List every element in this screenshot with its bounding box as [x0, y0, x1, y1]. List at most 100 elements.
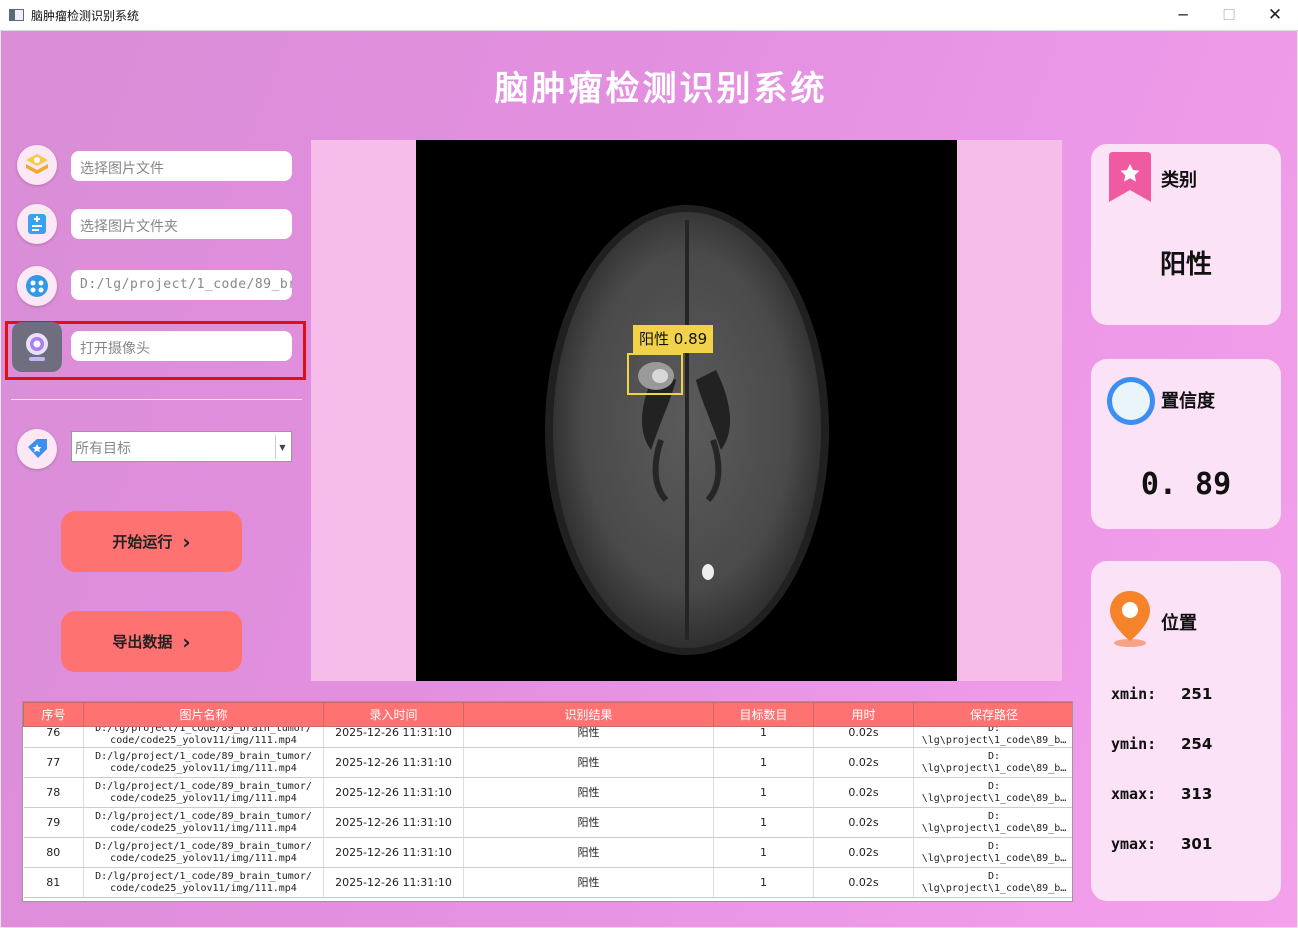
app-icon [9, 9, 24, 21]
image-file-input[interactable]: 选择图片文件 [71, 151, 292, 181]
cell-result: 阳性 [463, 867, 714, 898]
cell-name-line: code/code25_yolov11/img/111.mp4 [110, 762, 297, 774]
cell-path-line: D: [987, 780, 1001, 792]
video-file-icon[interactable] [17, 266, 57, 306]
xmin-row: xmin: 251 [1111, 685, 1212, 703]
export-button[interactable]: 导出数据 › [61, 611, 242, 672]
ymin-value: 254 [1181, 735, 1213, 753]
main-window: 脑肿瘤检测识别系统 选择图片文件 选择图片文件夹 D:/lg/project/1… [1, 31, 1297, 927]
cell-id: 79 [23, 807, 84, 838]
cell-result: 阳性 [463, 726, 714, 748]
cell-name-line: D:/lg/project/1_code/89_brain_tumor/ [95, 726, 312, 735]
col-header-result[interactable]: 识别结果 [463, 702, 714, 727]
cell-name-line: code/code25_yolov11/img/111.mp4 [110, 792, 297, 804]
maximize-button[interactable]: ☐ [1206, 0, 1252, 30]
cell-id: 81 [23, 867, 84, 898]
cell-name: D:/lg/project/1_code/89_brain_tumor/code… [83, 867, 324, 898]
class-card: 类别 阳性 [1091, 144, 1281, 325]
position-title: 位置 [1161, 613, 1197, 634]
cell-time: 2025-12-26 11:31:10 [323, 726, 464, 748]
cell-path-line: \lg\project\1_code\89_b… [921, 735, 1067, 746]
cell-count: 1 [713, 837, 814, 868]
cell-count: 1 [713, 726, 814, 748]
export-button-label: 导出数据 [112, 633, 173, 651]
cell-duration: 0.02s [813, 747, 914, 778]
image-folder-icon[interactable] [17, 204, 57, 244]
xmax-label: xmax: [1111, 785, 1157, 803]
class-value: 阳性 [1159, 250, 1212, 280]
divider [11, 399, 302, 400]
cell-count: 1 [713, 777, 814, 808]
cell-path-line: \lg\project\1_code\89_b… [921, 882, 1067, 894]
image-folder-input[interactable]: 选择图片文件夹 [71, 209, 292, 239]
target-select-value: 所有目标 [75, 441, 131, 457]
cell-path-line: \lg\project\1_code\89_b… [921, 822, 1067, 834]
cell-time: 2025-12-26 11:31:10 [323, 867, 464, 898]
class-title: 类别 [1161, 170, 1197, 191]
cell-name-line: D:/lg/project/1_code/89_brain_tumor/ [95, 840, 312, 852]
cell-time: 2025-12-26 11:31:10 [323, 837, 464, 868]
cell-name-line: D:/lg/project/1_code/89_brain_tumor/ [95, 810, 312, 822]
xmin-label: xmin: [1111, 685, 1157, 703]
confidence-circle-icon [1104, 373, 1158, 433]
minimize-button[interactable]: ─ [1160, 0, 1206, 30]
ymin-row: ymin: 254 [1111, 735, 1212, 753]
run-button[interactable]: 开始运行 › [61, 511, 242, 572]
cell-path: D: \lg\project\1_code\89_b… [913, 837, 1072, 868]
detection-label: 阳性 0.89 [633, 325, 714, 353]
col-header-time[interactable]: 录入时间 [323, 702, 464, 727]
brain-scan-drawing [545, 205, 829, 655]
cell-count: 1 [713, 807, 814, 838]
camera-input[interactable]: 打开摄像头 [71, 331, 292, 361]
ymax-row: ymax: 301 [1111, 835, 1212, 853]
cell-duration: 0.02s [813, 837, 914, 868]
col-header-path[interactable]: 保存路径 [913, 702, 1072, 727]
cell-path-line: \lg\project\1_code\89_b… [921, 762, 1067, 774]
cell-path-line: D: [987, 750, 1001, 762]
table-row[interactable]: 81 D:/lg/project/1_code/89_brain_tumor/c… [23, 867, 1072, 898]
cell-name: D:/lg/project/1_code/89_brain_tumor/code… [83, 726, 324, 748]
cell-time: 2025-12-26 11:31:10 [323, 807, 464, 838]
xmax-value: 313 [1181, 785, 1213, 803]
target-select[interactable]: 所有目标 ▼ [71, 431, 292, 462]
close-button[interactable]: ✕ [1252, 0, 1298, 30]
table-row[interactable]: 77 D:/lg/project/1_code/89_brain_tumor/c… [23, 747, 1072, 778]
ymax-value: 301 [1181, 835, 1213, 853]
cell-result: 阳性 [463, 747, 714, 778]
table-row[interactable]: 79 D:/lg/project/1_code/89_brain_tumor/c… [23, 807, 1072, 838]
cell-id: 78 [23, 777, 84, 808]
detection-box [627, 353, 683, 395]
col-header-count[interactable]: 目标数目 [713, 702, 814, 727]
cell-result: 阳性 [463, 777, 714, 808]
table-row[interactable]: 76 D:/lg/project/1_code/89_brain_tumor/c… [23, 726, 1072, 748]
col-header-duration[interactable]: 用时 [813, 702, 914, 727]
ymin-label: ymin: [1111, 735, 1157, 753]
chevron-right-icon: › [182, 629, 191, 654]
cell-path: D: \lg\project\1_code\89_b… [913, 777, 1072, 808]
cell-name-line: D:/lg/project/1_code/89_brain_tumor/ [95, 750, 312, 762]
cell-name: D:/lg/project/1_code/89_brain_tumor/code… [83, 747, 324, 778]
cell-name: D:/lg/project/1_code/89_brain_tumor/code… [83, 807, 324, 838]
cell-name-line: code/code25_yolov11/img/111.mp4 [110, 735, 297, 746]
image-file-icon[interactable] [17, 145, 57, 185]
video-path-input[interactable]: D:/lg/project/1_code/89_brain_tumor/code… [71, 270, 292, 300]
cell-id: 76 [23, 726, 84, 748]
cell-path: D: \lg\project\1_code\89_b… [913, 867, 1072, 898]
results-table[interactable]: 序号 图片名称 录入时间 识别结果 目标数目 用时 保存路径 76 D:/lg/… [22, 701, 1073, 902]
col-header-id[interactable]: 序号 [23, 702, 84, 727]
cell-count: 1 [713, 867, 814, 898]
cell-path: D: \lg\project\1_code\89_b… [913, 807, 1072, 838]
cell-id: 77 [23, 747, 84, 778]
chevron-down-icon[interactable]: ▼ [275, 435, 289, 459]
cell-name-line: code/code25_yolov11/img/111.mp4 [110, 852, 297, 864]
cell-path-line: D: [987, 840, 1001, 852]
cell-name: D:/lg/project/1_code/89_brain_tumor/code… [83, 837, 324, 868]
table-row[interactable]: 78 D:/lg/project/1_code/89_brain_tumor/c… [23, 777, 1072, 808]
cell-name-line: code/code25_yolov11/img/111.mp4 [110, 822, 297, 834]
target-tag-icon [17, 429, 57, 469]
camera-icon[interactable] [12, 322, 62, 372]
col-header-name[interactable]: 图片名称 [83, 702, 324, 727]
table-row[interactable]: 80 D:/lg/project/1_code/89_brain_tumor/c… [23, 837, 1072, 868]
cell-duration: 0.02s [813, 807, 914, 838]
confidence-title: 置信度 [1161, 391, 1215, 412]
